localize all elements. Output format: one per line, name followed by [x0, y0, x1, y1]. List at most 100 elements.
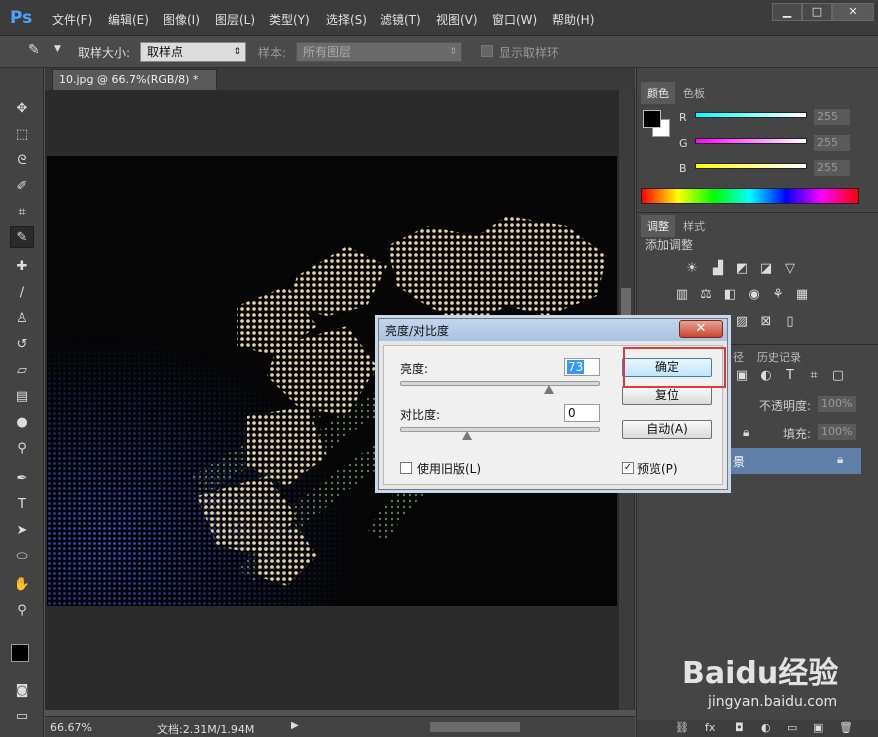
- brightness-slider-thumb[interactable]: [543, 385, 554, 394]
- menu-layer[interactable]: 图层(L): [215, 11, 255, 28]
- photo-filter-adjust-icon[interactable]: ◉: [745, 287, 763, 303]
- brightness-slider-track[interactable]: [400, 381, 600, 386]
- hand-tool-icon[interactable]: ✋: [10, 574, 34, 596]
- color-lookup-adjust-icon[interactable]: ▦: [793, 287, 811, 303]
- image-filter-icon[interactable]: ▣: [733, 368, 751, 384]
- tab-history[interactable]: 历史记录: [751, 346, 807, 368]
- foreground-color-swatch[interactable]: [11, 644, 29, 662]
- play-icon[interactable]: ▶: [291, 720, 299, 731]
- color-spectrum-bar[interactable]: [641, 188, 859, 204]
- auto-button[interactable]: 自动(A): [622, 420, 712, 439]
- color-balance-adjust-icon[interactable]: ⚖: [697, 287, 715, 303]
- channel-mixer-adjust-icon[interactable]: ⚘: [769, 287, 787, 303]
- maximize-button[interactable]: □: [802, 3, 832, 21]
- stamp-tool-icon[interactable]: ♙: [10, 308, 34, 330]
- menu-select[interactable]: 选择(S): [326, 11, 367, 28]
- eraser-tool-icon[interactable]: ▱: [10, 360, 34, 382]
- shape-filter-icon[interactable]: ⌗: [805, 368, 823, 384]
- lasso-tool-icon[interactable]: ᘓ: [10, 150, 34, 172]
- channel-b-slider[interactable]: [695, 163, 807, 169]
- opacity-value[interactable]: 100%: [817, 395, 857, 413]
- quick-select-tool-icon[interactable]: ✐: [10, 176, 34, 198]
- sample-select[interactable]: 所有图层 ⇕: [296, 42, 462, 62]
- minimize-button[interactable]: ▁: [772, 3, 802, 21]
- marquee-tool-icon[interactable]: ⬚: [10, 124, 34, 146]
- channel-r-value[interactable]: 255: [813, 108, 851, 126]
- path-select-tool-icon[interactable]: ➤: [10, 520, 34, 542]
- trash-icon[interactable]: 🗑︎: [839, 721, 853, 734]
- blur-tool-icon[interactable]: ●: [10, 412, 34, 434]
- fx-icon[interactable]: fx: [705, 721, 715, 734]
- vibrance-adjust-icon[interactable]: ▽: [781, 261, 799, 277]
- type-filter-icon[interactable]: T: [781, 368, 799, 384]
- type-tool-icon[interactable]: T: [10, 494, 34, 516]
- brush-tool-icon[interactable]: ∕: [10, 282, 34, 304]
- menu-edit[interactable]: 编辑(E): [108, 11, 149, 28]
- brightness-input[interactable]: 73: [564, 358, 600, 376]
- adjustment-filter-icon[interactable]: ◐: [757, 368, 775, 384]
- menu-view[interactable]: 视图(V): [436, 11, 478, 28]
- quick-mask-icon[interactable]: ◙: [10, 680, 34, 702]
- reset-button[interactable]: 复位: [622, 386, 712, 405]
- crop-tool-icon[interactable]: ⌗: [10, 202, 34, 224]
- menu-file[interactable]: 文件(F): [52, 11, 92, 28]
- tab-swatches[interactable]: 色板: [677, 82, 711, 104]
- ellipse-tool-icon[interactable]: ⬭: [10, 546, 34, 568]
- layer-row-background[interactable]: 景 🔒︎: [729, 448, 861, 474]
- channel-g-slider[interactable]: [695, 138, 807, 144]
- dodge-tool-icon[interactable]: ⚲: [10, 438, 34, 460]
- chevron-down-icon[interactable]: ▼: [54, 44, 61, 54]
- legacy-checkbox[interactable]: [400, 462, 412, 474]
- preview-checkbox[interactable]: ✓: [622, 462, 634, 474]
- link-layers-icon[interactable]: ⛓: [675, 721, 689, 734]
- dialog-close-icon[interactable]: ✕: [679, 320, 723, 338]
- eyedropper-icon[interactable]: ✎: [28, 42, 40, 58]
- healing-brush-tool-icon[interactable]: ✚: [10, 256, 34, 278]
- new-group-icon[interactable]: ▭: [787, 721, 797, 734]
- move-tool-icon[interactable]: ✥: [10, 98, 34, 120]
- levels-adjust-icon[interactable]: ▟: [709, 261, 727, 277]
- contrast-slider-track[interactable]: [400, 427, 600, 432]
- eyedropper-tool-icon[interactable]: ✎: [10, 226, 34, 248]
- add-mask-icon[interactable]: ◘: [735, 721, 744, 734]
- screen-mode-icon[interactable]: ▭: [10, 706, 34, 728]
- zoom-level[interactable]: 66.67%: [50, 721, 92, 734]
- horizontal-scroll-thumb[interactable]: [430, 722, 520, 732]
- threshold-adjust-icon[interactable]: ⊠: [757, 314, 775, 330]
- contrast-input[interactable]: 0: [564, 404, 600, 422]
- sample-size-select[interactable]: 取样点 ⇕: [140, 42, 246, 62]
- tab-color[interactable]: 颜色: [641, 82, 675, 104]
- menu-help[interactable]: 帮助(H): [552, 11, 594, 28]
- zoom-tool-icon[interactable]: ⚲: [10, 600, 34, 622]
- fill-value[interactable]: 100%: [817, 423, 857, 441]
- tab-adjustments[interactable]: 调整: [641, 215, 675, 237]
- new-adjustment-icon[interactable]: ◐: [761, 721, 771, 734]
- hue-sat-adjust-icon[interactable]: ▥: [673, 287, 691, 303]
- brightness-adjust-icon[interactable]: ☀: [683, 261, 701, 277]
- history-brush-tool-icon[interactable]: ↺: [10, 334, 34, 356]
- menu-filter[interactable]: 滤镜(T): [380, 11, 421, 28]
- black-white-adjust-icon[interactable]: ◧: [721, 287, 739, 303]
- menu-window[interactable]: 窗口(W): [492, 11, 537, 28]
- menu-image[interactable]: 图像(I): [163, 11, 200, 28]
- gradient-map-adjust-icon[interactable]: ▯: [781, 314, 799, 330]
- channel-r-slider[interactable]: [695, 112, 807, 118]
- new-layer-icon[interactable]: ▣: [813, 721, 823, 734]
- exposure-adjust-icon[interactable]: ◪: [757, 261, 775, 277]
- contrast-slider-thumb[interactable]: [461, 431, 472, 440]
- smart-object-filter-icon[interactable]: ▢: [829, 368, 847, 384]
- posterize-adjust-icon[interactable]: ▨: [733, 314, 751, 330]
- gradient-tool-icon[interactable]: ▤: [10, 386, 34, 408]
- panel-foreground-swatch[interactable]: [643, 110, 661, 128]
- close-button[interactable]: ✕: [832, 3, 874, 21]
- document-tab[interactable]: 10.jpg @ 66.7%(RGB/8) * ×: [52, 69, 217, 99]
- channel-g-value[interactable]: 255: [813, 134, 851, 152]
- lock-all-icon[interactable]: 🔒︎: [743, 425, 749, 440]
- pen-tool-icon[interactable]: ✒: [10, 468, 34, 490]
- show-ring-checkbox[interactable]: [481, 45, 493, 57]
- tab-paths[interactable]: 径: [727, 346, 750, 368]
- curves-adjust-icon[interactable]: ◩: [733, 261, 751, 277]
- channel-b-value[interactable]: 255: [813, 159, 851, 177]
- tab-styles[interactable]: 样式: [677, 215, 711, 237]
- menu-type[interactable]: 类型(Y): [269, 11, 310, 28]
